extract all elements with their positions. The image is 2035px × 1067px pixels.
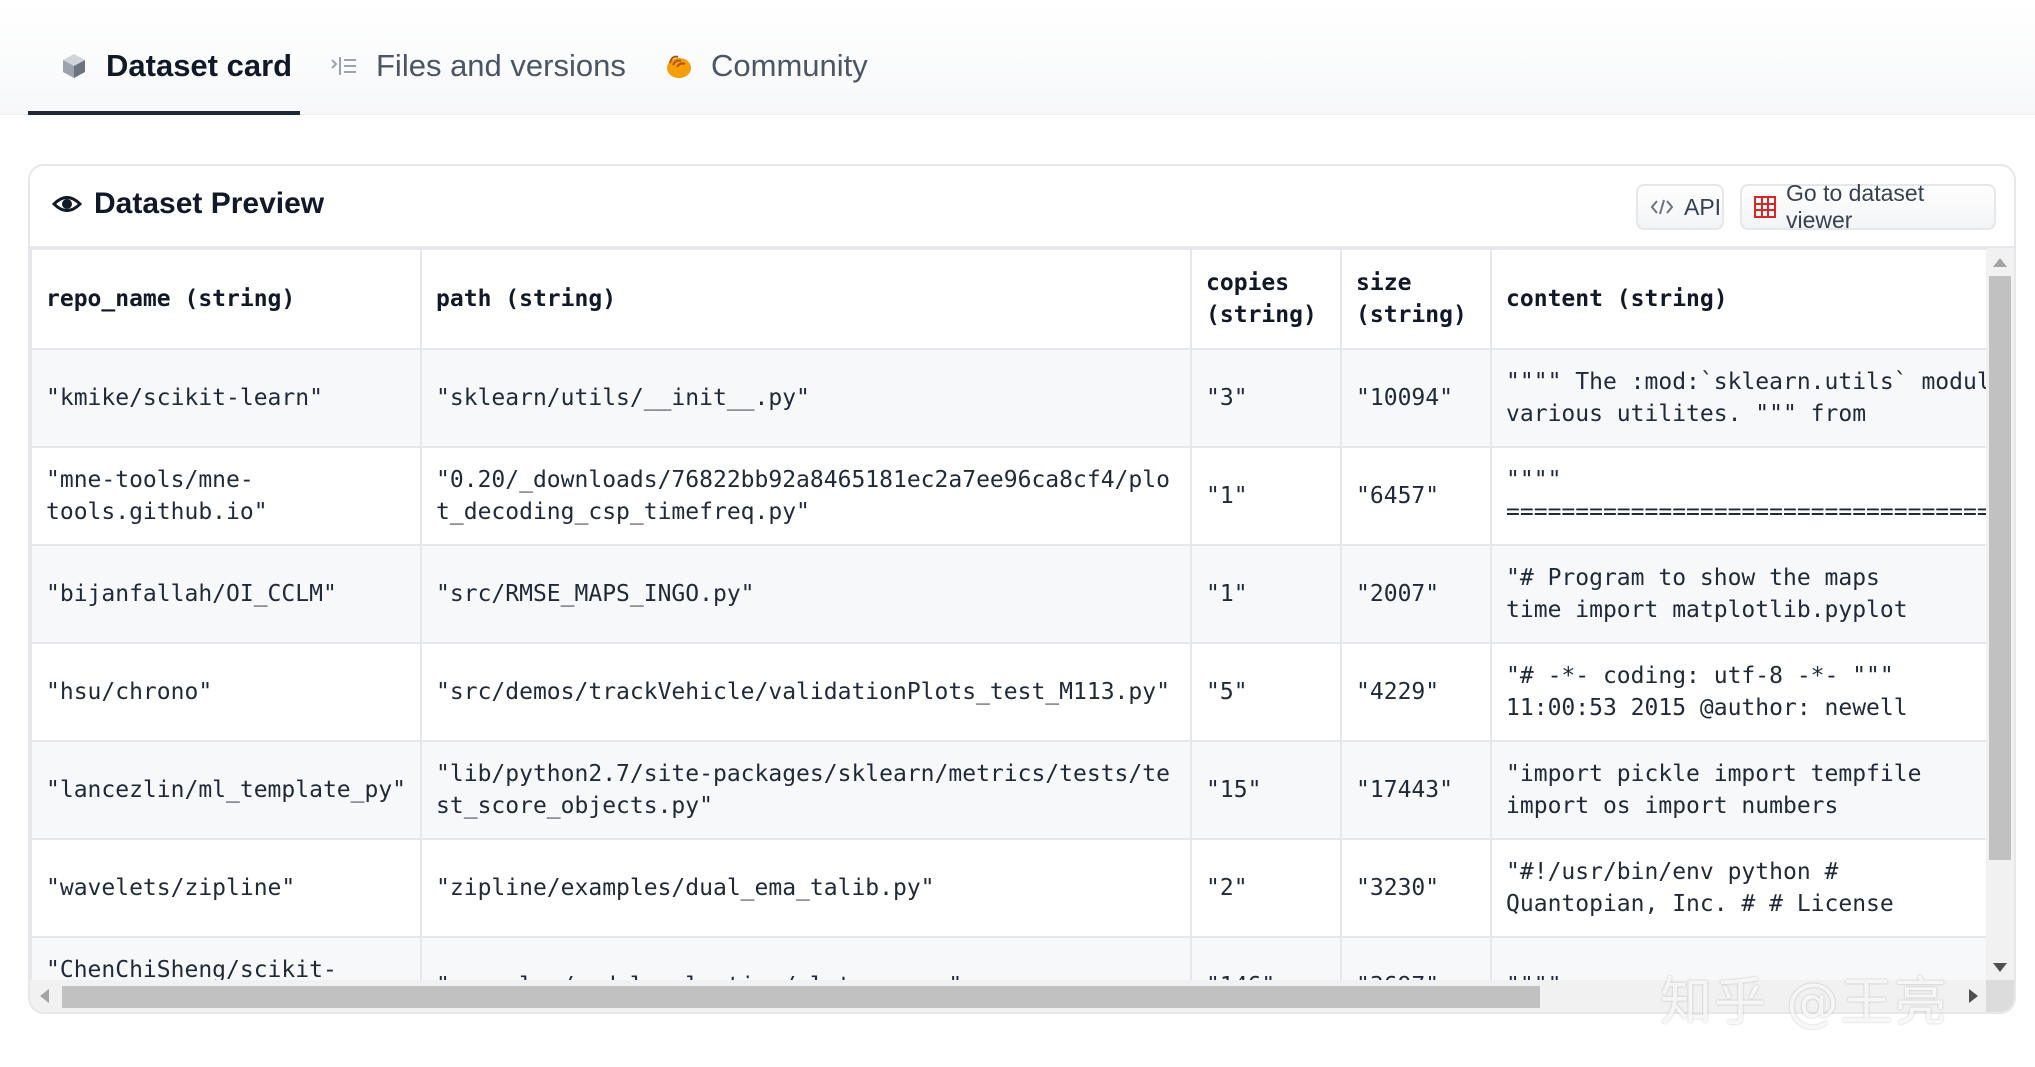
header-repo-name[interactable]: repo_name (string) [30, 248, 423, 350]
cell-size: "2007" [1340, 544, 1493, 644]
header-copies-text: copies (string) [1206, 270, 1317, 328]
table-row[interactable]: "mne-tools/mne-tools.github.io" "0.20/_d… [30, 446, 1988, 546]
grid-icon [1754, 196, 1776, 218]
go-to-dataset-viewer-button[interactable]: Go to dataset viewer [1740, 180, 1996, 233]
cell-content: """" The :mod:`sklearn.utils` module inc… [1490, 348, 1988, 448]
viewer-label: Go to dataset viewer [1786, 180, 1925, 233]
header-path[interactable]: path (string) [420, 248, 1193, 350]
tab-files-and-versions[interactable]: Files and versions [328, 36, 626, 96]
cell-repo-name: "hsu/chrono" [30, 642, 423, 742]
tab-label: Dataset card [106, 48, 293, 83]
cell-size: "17443" [1340, 740, 1493, 840]
code-icon [1650, 198, 1674, 216]
cell-path: "lib/python2.7/site-packages/sklearn/met… [420, 740, 1193, 840]
files-list-icon [328, 50, 360, 82]
cell-path-text: "src/demos/trackVehicle/validationPlots_… [436, 679, 1170, 705]
table-row[interactable]: "lancezlin/ml_template_py" "lib/python2.… [30, 740, 1988, 840]
cell-size: "3697" [1340, 936, 1493, 984]
cell-content: "import pickle import tempfile import os… [1490, 740, 1988, 840]
scroll-down-arrow-icon[interactable] [1993, 963, 2007, 972]
tab-bar: Dataset card Files and versions Communit… [0, 0, 2035, 115]
header-size[interactable]: size (string) [1340, 248, 1493, 350]
cell-repo-name: "ChenChiSheng/scikit-learn" [30, 936, 423, 984]
cell-path-text: "lib/python2.7/site-packages/sklearn/met… [436, 761, 1170, 819]
cell-repo-name: "wavelets/zipline" [30, 838, 423, 938]
preview-table-container[interactable]: repo_name (string) path (string) copies … [30, 248, 1988, 984]
cell-copies: "1" [1190, 446, 1343, 546]
table-header-row: repo_name (string) path (string) copies … [30, 248, 1988, 350]
active-tab-indicator [28, 111, 300, 115]
cell-size: "6457" [1340, 446, 1493, 546]
cell-path: "src/RMSE_MAPS_INGO.py" [420, 544, 1193, 644]
cell-path: "src/demos/trackVehicle/validationPlots_… [420, 642, 1193, 742]
table-row[interactable]: "bijanfallah/OI_CCLM" "src/RMSE_MAPS_ING… [30, 544, 1988, 644]
scroll-right-arrow-icon[interactable] [1969, 989, 1978, 1003]
tab-community[interactable]: Community [663, 36, 868, 96]
cell-size: "4229" [1340, 642, 1493, 742]
preview-header: Dataset Preview API Go to dataset viewer [30, 166, 2014, 248]
cell-content: """" ===================================… [1490, 446, 1988, 546]
scroll-up-arrow-icon[interactable] [1993, 258, 2007, 267]
table-row[interactable]: "wavelets/zipline" "zipline/examples/dua… [30, 838, 1988, 938]
cell-size: "3230" [1340, 838, 1493, 938]
cell-path: "0.20/_downloads/76822bb92a8465181ec2a7e… [420, 446, 1193, 546]
cell-copies: "3" [1190, 348, 1343, 448]
cell-path: "sklearn/utils/__init__.py" [420, 348, 1193, 448]
preview-title-text: Dataset Preview [94, 187, 325, 220]
api-button[interactable]: API [1636, 184, 1724, 230]
cell-copies: "15" [1190, 740, 1343, 840]
eye-icon [52, 196, 82, 212]
cell-repo-name: "kmike/scikit-learn" [30, 348, 423, 448]
preview-title: Dataset Preview [52, 187, 324, 221]
cell-repo-name: "bijanfallah/OI_CCLM" [30, 544, 423, 644]
preview-table: repo_name (string) path (string) copies … [30, 248, 1988, 984]
cell-repo-name: "lancezlin/ml_template_py" [30, 740, 423, 840]
watermark: 知乎 @王亮 [1660, 973, 1949, 1033]
hand-wave-icon [663, 50, 695, 82]
api-label: API [1684, 193, 1722, 220]
cell-path: "zipline/examples/dual_ema_talib.py" [420, 838, 1193, 938]
cell-copies: "1" [1190, 544, 1343, 644]
cell-content: "#!/usr/bin/env python # Quantopian, Inc… [1490, 838, 1988, 938]
cube-icon [58, 50, 90, 82]
cell-content: "# Program to show the maps time import … [1490, 544, 1988, 644]
header-size-text: size (string) [1356, 270, 1467, 328]
cell-content: "# -*- coding: utf-8 -*- """ 11:00:53 20… [1490, 642, 1988, 742]
horizontal-scroll-thumb[interactable] [62, 986, 1540, 1008]
cell-path-text: "0.20/_downloads/76822bb92a8465181ec2a7e… [436, 467, 1170, 525]
table-row[interactable]: "hsu/chrono" "src/demos/trackVehicle/val… [30, 642, 1988, 742]
table-row[interactable]: "kmike/scikit-learn" "sklearn/utils/__in… [30, 348, 1988, 448]
cell-copies: "146" [1190, 936, 1343, 984]
vertical-scrollbar[interactable] [1986, 248, 2014, 984]
header-copies[interactable]: copies (string) [1190, 248, 1343, 350]
dataset-preview-card: Dataset Preview API Go to dataset viewer [28, 164, 2016, 1014]
cell-size: "10094" [1340, 348, 1493, 448]
vertical-scroll-thumb[interactable] [1989, 276, 2011, 860]
scrollbar-corner [1986, 980, 2014, 1012]
header-content[interactable]: content (string) [1490, 248, 1988, 350]
tab-dataset-card[interactable]: Dataset card [58, 36, 292, 96]
cell-repo-name: "mne-tools/mne-tools.github.io" [30, 446, 423, 546]
cell-copies: "5" [1190, 642, 1343, 742]
scroll-left-arrow-icon[interactable] [40, 989, 49, 1003]
cell-copies: "2" [1190, 838, 1343, 938]
tab-label: Files and versions [376, 48, 626, 83]
tab-label: Community [711, 48, 868, 83]
cell-path: "examples/model_selection/plot_roc.py" [420, 936, 1193, 984]
